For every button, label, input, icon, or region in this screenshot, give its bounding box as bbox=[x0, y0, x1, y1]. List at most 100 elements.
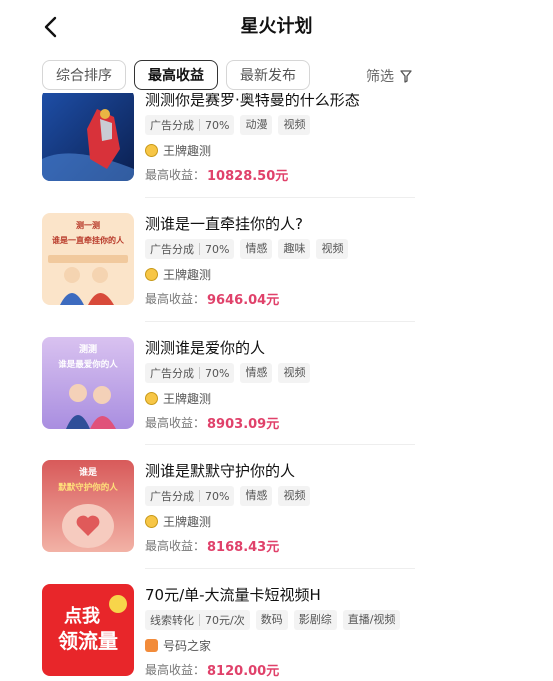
author: 王牌趣测 bbox=[145, 265, 415, 283]
income-value: 9646.04元 bbox=[207, 292, 280, 308]
tab-highest-income[interactable]: 最高收益 bbox=[134, 60, 218, 90]
revenue-type: 线索转化 bbox=[150, 614, 194, 627]
divider bbox=[145, 321, 415, 322]
income: 最高收益： 8903.09元 bbox=[145, 413, 415, 432]
category-tag: 视频 bbox=[278, 486, 311, 506]
divider bbox=[145, 197, 415, 198]
author-name: 王牌趣测 bbox=[163, 267, 212, 282]
income-label: 最高收益： bbox=[145, 291, 206, 306]
category-tag: 数码 bbox=[255, 610, 288, 630]
revenue-tag: 广告分成 70% bbox=[145, 239, 235, 259]
revenue-rate: 70% bbox=[205, 489, 230, 503]
thumb-text: 谁是最爱你的人 bbox=[58, 359, 118, 370]
thumbnail: 谁是 默默守护你的人 bbox=[42, 460, 134, 552]
thumb-text: 点我 bbox=[64, 605, 100, 627]
item-info: 测谁是一直牵挂你的人? 广告分成 70% 情感 趣味 视频 王牌趣测 最高收益： 9… bbox=[145, 213, 415, 308]
author-name: 王牌趣测 bbox=[163, 391, 212, 406]
revenue-rate: 70元/次 bbox=[205, 614, 245, 627]
thumb-text: 领流量 bbox=[58, 629, 118, 653]
revenue-tag: 线索转化 70元/次 bbox=[145, 610, 250, 630]
revenue-type: 广告分成 bbox=[150, 243, 194, 256]
avatar bbox=[145, 514, 158, 528]
income: 最高收益： 10828.50元 bbox=[145, 165, 415, 184]
list-item[interactable]: 测测 谁是最爱你的人 测测谁是爱你的人 广告分成 70% 情感 视频 王牌趣测 最… bbox=[42, 337, 415, 432]
thumbnail: 点我 领流量 bbox=[42, 584, 134, 676]
income-value: 10828.50元 bbox=[207, 168, 289, 184]
income: 最高收益： 8168.43元 bbox=[145, 536, 415, 555]
filter-button[interactable]: 筛选 bbox=[366, 66, 412, 86]
item-title: 测测谁是爱你的人 bbox=[145, 339, 266, 357]
thumb-text: 谁是一直牵挂你的人 bbox=[52, 235, 125, 245]
funnel-icon bbox=[400, 69, 412, 83]
income: 最高收益： 8120.00元 bbox=[145, 660, 415, 679]
revenue-type: 广告分成 bbox=[150, 490, 194, 503]
avatar bbox=[145, 143, 158, 157]
tag-row: 广告分成 70% 情感 视频 bbox=[145, 486, 415, 506]
thumbnail: 测测 谁是最爱你的人 bbox=[42, 337, 134, 429]
category-tag: 视频 bbox=[278, 115, 311, 135]
income-label: 最高收益： bbox=[145, 662, 206, 677]
author: 王牌趣测 bbox=[145, 389, 415, 407]
category-tag: 视频 bbox=[316, 239, 349, 259]
category-tag: 视频 bbox=[278, 363, 311, 383]
tag-row: 广告分成 70% 情感 趣味 视频 bbox=[145, 239, 415, 259]
category-tag: 影剧综 bbox=[293, 610, 337, 630]
author: 王牌趣测 bbox=[145, 141, 415, 159]
revenue-tag: 广告分成 70% bbox=[145, 486, 235, 506]
tag-row: 广告分成 70% 情感 视频 bbox=[145, 363, 415, 383]
list-item[interactable]: 点我 领流量 70元/单-大流量卡短视频H 线索转化 70元/次 数码 影剧综 直… bbox=[42, 584, 415, 679]
author: 号码之家 bbox=[145, 636, 415, 654]
list-item[interactable]: 谁是 默默守护你的人 测谁是默默守护你的人 广告分成 70% 情感 视频 王牌趣测… bbox=[42, 460, 415, 555]
item-title: 测谁是一直牵挂你的人? bbox=[145, 215, 303, 233]
task-list: 测测你是赛罗·奥特曼的什么形态 广告分成 70% 动漫 视频 王牌趣测 最高收益：… bbox=[0, 93, 553, 681]
author-name: 号码之家 bbox=[163, 638, 212, 653]
item-info: 测谁是默默守护你的人 广告分成 70% 情感 视频 王牌趣测 最高收益： 8168.… bbox=[145, 460, 415, 555]
category-tag: 情感 bbox=[240, 363, 273, 383]
revenue-type: 广告分成 bbox=[150, 119, 194, 132]
tag-row: 广告分成 70% 动漫 视频 bbox=[145, 115, 415, 135]
revenue-tag: 广告分成 70% bbox=[145, 115, 235, 135]
income: 最高收益： 9646.04元 bbox=[145, 289, 415, 308]
thumb-text: 默默守护你的人 bbox=[58, 482, 118, 493]
thumbnail: 测一测 谁是一直牵挂你的人 bbox=[42, 213, 134, 305]
tab-comprehensive[interactable]: 综合排序 bbox=[42, 60, 126, 90]
income-label: 最高收益： bbox=[145, 167, 206, 182]
income-label: 最高收益： bbox=[145, 538, 206, 553]
income-value: 8120.00元 bbox=[207, 663, 280, 679]
category-tag: 情感 bbox=[240, 239, 273, 259]
item-info: 测测谁是爱你的人 广告分成 70% 情感 视频 王牌趣测 最高收益： 8903.09… bbox=[145, 337, 415, 432]
revenue-rate: 70% bbox=[205, 242, 230, 256]
divider bbox=[145, 444, 415, 445]
item-info: 70元/单-大流量卡短视频H 线索转化 70元/次 数码 影剧综 直播/视频 号码… bbox=[145, 584, 415, 679]
category-tag: 直播/视频 bbox=[342, 610, 401, 630]
income-value: 8168.43元 bbox=[207, 539, 280, 555]
category-tag: 趣味 bbox=[278, 239, 311, 259]
author-name: 王牌趣测 bbox=[163, 514, 212, 529]
avatar bbox=[145, 391, 158, 405]
thumbnail bbox=[42, 93, 134, 181]
revenue-rate: 70% bbox=[205, 118, 230, 132]
revenue-tag: 广告分成 70% bbox=[145, 363, 235, 383]
tag-row: 线索转化 70元/次 数码 影剧综 直播/视频 bbox=[145, 610, 415, 630]
sort-tabs: 综合排序 最高收益 最新发布 bbox=[42, 60, 310, 90]
thumb-text: 测测 bbox=[79, 343, 97, 355]
header: 星火计划 bbox=[0, 0, 553, 52]
income-value: 8903.09元 bbox=[207, 416, 280, 432]
revenue-type: 广告分成 bbox=[150, 367, 194, 380]
tab-latest[interactable]: 最新发布 bbox=[226, 60, 310, 90]
avatar bbox=[145, 267, 158, 281]
list-item[interactable]: 测一测 谁是一直牵挂你的人 测谁是一直牵挂你的人? 广告分成 70% 情感 趣味 … bbox=[42, 213, 415, 308]
thumb-text: 测一测 bbox=[76, 220, 100, 230]
item-title: 测测你是赛罗·奥特曼的什么形态 bbox=[145, 93, 360, 109]
list-item[interactable]: 测测你是赛罗·奥特曼的什么形态 广告分成 70% 动漫 视频 王牌趣测 最高收益：… bbox=[42, 93, 415, 184]
page-title: 星火计划 bbox=[240, 16, 313, 37]
item-info: 测测你是赛罗·奥特曼的什么形态 广告分成 70% 动漫 视频 王牌趣测 最高收益：… bbox=[145, 93, 415, 184]
filter-label: 筛选 bbox=[366, 69, 394, 85]
item-title: 测谁是默默守护你的人 bbox=[145, 462, 296, 480]
item-title: 70元/单-大流量卡短视频H bbox=[145, 586, 321, 604]
income-label: 最高收益： bbox=[145, 415, 206, 430]
divider bbox=[145, 568, 415, 569]
category-tag: 情感 bbox=[240, 486, 273, 506]
thumb-text: 谁是 bbox=[79, 466, 98, 478]
author: 王牌趣测 bbox=[145, 512, 415, 530]
